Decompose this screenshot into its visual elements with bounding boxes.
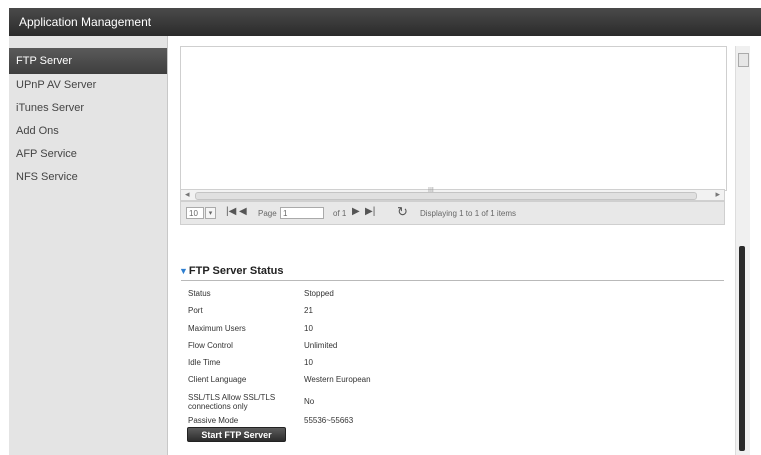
grid-pager: 10 ▾ |◀ ◀ Page 1 of 1 ▶ ▶| ↻ Displaying … — [180, 201, 725, 225]
refresh-icon[interactable]: ↻ — [397, 204, 408, 220]
last-page-icon[interactable]: ▶| — [365, 206, 375, 217]
ftp-grid — [180, 46, 727, 191]
sidebar-item-afp-service[interactable]: AFP Service — [9, 143, 167, 166]
status-row: Maximum Users 10 — [188, 321, 708, 338]
status-value: Stopped — [304, 289, 334, 298]
status-label: Client Language — [188, 375, 247, 385]
page-size-select[interactable]: 10 — [186, 207, 204, 219]
status-value: No — [304, 396, 315, 406]
status-row: Port 21 — [188, 303, 708, 320]
sidebar-item-nfs-service[interactable]: NFS Service — [9, 166, 167, 189]
status-value: Western European — [304, 375, 371, 385]
status-value: 10 — [304, 323, 313, 333]
section-divider — [181, 280, 724, 281]
status-value: 21 — [304, 306, 313, 316]
scroll-up-arrow-icon[interactable] — [738, 53, 749, 67]
scroll-track[interactable] — [195, 192, 697, 200]
scroll-grip: III — [428, 187, 434, 194]
status-label: Port — [188, 306, 203, 316]
status-row: Status Stopped — [188, 286, 708, 303]
section-title-text: FTP Server Status — [188, 265, 284, 277]
scroll-left-arrow-icon[interactable]: ◂ — [185, 189, 190, 200]
page-input[interactable]: 1 — [280, 207, 324, 219]
sidebar: FTP Server UPnP AV Server iTunes Server … — [9, 36, 168, 455]
chevron-down-icon[interactable]: ▾ — [205, 207, 216, 219]
window-title: Application Management — [9, 8, 761, 36]
page-label: Page — [258, 209, 277, 218]
status-label: Idle Time — [188, 358, 221, 368]
sidebar-item-upnp-av-server[interactable]: UPnP AV Server — [9, 74, 167, 97]
displaying-info: Displaying 1 to 1 of 1 items — [420, 209, 517, 218]
status-value: 55536~55663 — [304, 415, 354, 425]
prev-page-icon[interactable]: ◀ — [239, 206, 247, 217]
next-page-icon[interactable]: ▶ — [352, 206, 360, 217]
sidebar-item-itunes-server[interactable]: iTunes Server — [9, 97, 167, 120]
status-row: Client Language Western European — [188, 372, 708, 389]
status-row: SSL/TLS Allow SSL/TLS connections only N… — [188, 390, 708, 413]
collapse-triangle-icon[interactable]: ▼ — [179, 266, 188, 276]
section-title: ▼FTP Server Status — [179, 265, 283, 277]
status-table: Status Stopped Port 21 Maximum Users 10 … — [188, 286, 708, 430]
status-row: Flow Control Unlimited — [188, 338, 708, 355]
scroll-right-arrow-icon[interactable]: ▸ — [715, 189, 720, 200]
page-of-label: of 1 — [333, 209, 347, 218]
status-label: Status — [188, 289, 211, 298]
first-page-icon[interactable]: |◀ — [226, 206, 236, 217]
grid-horizontal-scrollbar[interactable]: ◂ III ▸ — [180, 187, 725, 201]
status-value: Unlimited — [304, 340, 338, 350]
status-value: 10 — [304, 358, 313, 368]
status-label: Maximum Users — [188, 323, 246, 333]
sidebar-item-ftp-server[interactable]: FTP Server — [9, 48, 167, 74]
status-label: SSL/TLS Allow SSL/TLS connections only — [188, 392, 276, 411]
start-ftp-server-button[interactable]: Start FTP Server — [187, 427, 286, 442]
scroll-thumb[interactable] — [739, 246, 745, 451]
sidebar-item-add-ons[interactable]: Add Ons — [9, 120, 167, 143]
status-label: Flow Control — [188, 340, 233, 350]
status-row: Idle Time 10 — [188, 355, 708, 372]
status-label: Passive Mode — [188, 415, 239, 425]
main-vertical-scrollbar[interactable] — [735, 46, 750, 455]
